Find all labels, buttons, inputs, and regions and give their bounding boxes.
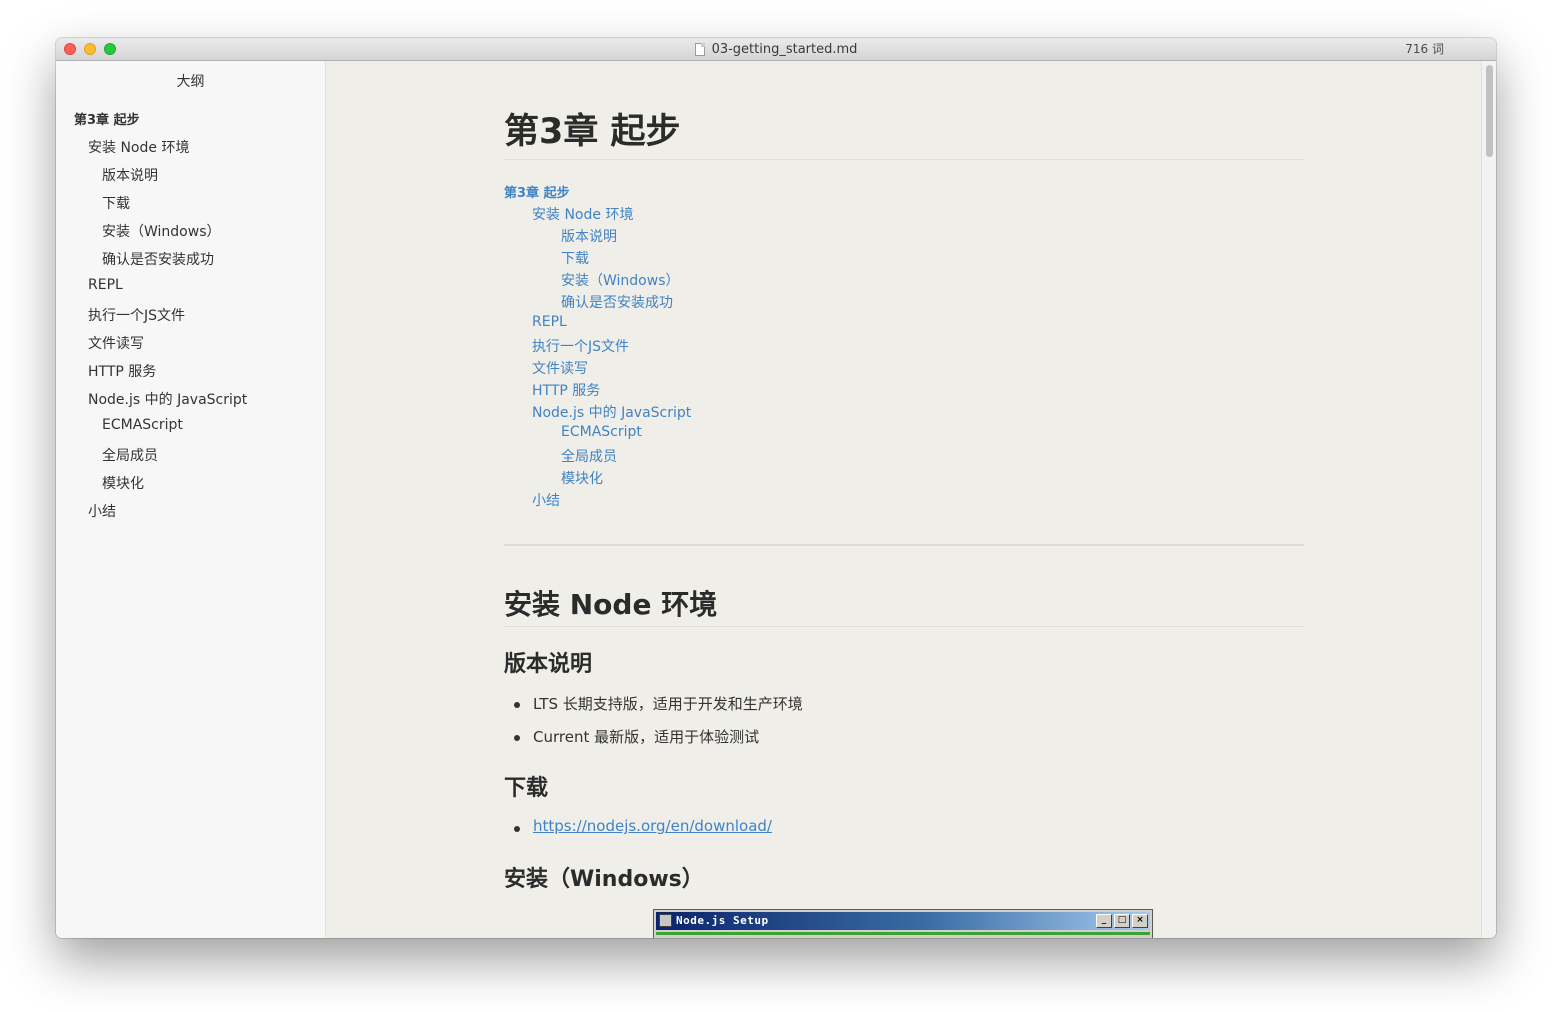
heading-divider: [504, 626, 1304, 627]
outline-item-nodejs-javascript[interactable]: Node.js 中的 JavaScript: [88, 389, 247, 409]
outline-item-download[interactable]: 下载: [102, 193, 130, 213]
embedded-window-titlebar: Node.js Setup _ □ ×: [656, 912, 1150, 930]
embedded-window-title: Node.js Setup: [676, 914, 769, 927]
toc-link-modules[interactable]: 模块化: [561, 468, 603, 488]
minimize-icon: _: [1096, 914, 1112, 928]
outline-item-modules[interactable]: 模块化: [102, 473, 144, 493]
app-window: 03-getting_started.md 716 词 大纲 第3章 起步 安装…: [56, 38, 1496, 938]
page-title: 第3章 起步: [504, 112, 681, 152]
outline-sidebar: 大纲 第3章 起步 安装 Node 环境 版本说明 下载 安装（Windows）…: [56, 61, 326, 938]
toc-link-ecmascript[interactable]: ECMAScript: [561, 424, 642, 440]
word-count[interactable]: 716 词: [1405, 38, 1444, 60]
toc-link-summary[interactable]: 小结: [532, 490, 560, 510]
toc-link-install-node[interactable]: 安装 Node 环境: [532, 204, 633, 224]
title-bar[interactable]: 03-getting_started.md 716 词: [56, 38, 1496, 61]
toc-link-global-members[interactable]: 全局成员: [561, 446, 617, 466]
document-icon: [694, 42, 705, 56]
toc-link-run-js-file[interactable]: 执行一个JS文件: [532, 336, 629, 356]
outline-item-run-js-file[interactable]: 执行一个JS文件: [88, 305, 185, 325]
horizontal-rule: [504, 544, 1304, 546]
toc-link-download[interactable]: 下载: [561, 248, 589, 268]
outline-item-summary[interactable]: 小结: [88, 501, 116, 521]
heading-install-windows: 安装（Windows）: [504, 867, 704, 892]
toc-link-verify-install[interactable]: 确认是否安装成功: [561, 292, 673, 312]
toc-link-file-io[interactable]: 文件读写: [532, 358, 588, 378]
heading-download: 下载: [504, 776, 549, 801]
toc-link-version[interactable]: 版本说明: [561, 226, 617, 246]
bullet-dot: [514, 702, 520, 708]
window-title: 03-getting_started.md: [56, 38, 1496, 60]
outline-item-file-io[interactable]: 文件读写: [88, 333, 144, 353]
toc-link-install-windows[interactable]: 安装（Windows）: [561, 270, 680, 290]
outline-item-http-service[interactable]: HTTP 服务: [88, 361, 156, 381]
toc-link-http-service[interactable]: HTTP 服务: [532, 380, 600, 400]
embedded-screenshot-image: Node.js Setup _ □ ×: [653, 909, 1153, 938]
maximize-icon: □: [1114, 914, 1130, 928]
toc-link-nodejs-javascript[interactable]: Node.js 中的 JavaScript: [532, 402, 691, 422]
list-item-lts: LTS 长期支持版，适用于开发和生产环境: [533, 695, 803, 713]
bullet-dot: [514, 735, 520, 741]
outline-item-install-windows[interactable]: 安装（Windows）: [102, 221, 221, 241]
outline-item-version[interactable]: 版本说明: [102, 165, 158, 185]
scrollbar-thumb[interactable]: [1486, 65, 1493, 157]
heading-install-node: 安装 Node 环境: [504, 588, 718, 621]
outline-item-global-members[interactable]: 全局成员: [102, 445, 158, 465]
vertical-scrollbar[interactable]: [1481, 61, 1496, 938]
close-icon: ×: [1132, 914, 1148, 928]
outline-item-chapter3[interactable]: 第3章 起步: [74, 109, 140, 128]
outline-item-repl[interactable]: REPL: [88, 277, 123, 293]
embedded-green-bar: [656, 932, 1150, 935]
bullet-dot: [514, 826, 520, 832]
outline-item-install-node[interactable]: 安装 Node 环境: [88, 137, 189, 157]
toc-link-repl[interactable]: REPL: [532, 314, 567, 330]
outline-item-ecmascript[interactable]: ECMAScript: [102, 417, 183, 433]
toc-link-chapter3[interactable]: 第3章 起步: [504, 182, 570, 201]
title-divider: [504, 159, 1304, 160]
file-name: 03-getting_started.md: [711, 41, 858, 57]
list-item-current: Current 最新版，适用于体验测试: [533, 728, 760, 746]
installer-icon: [659, 914, 672, 927]
heading-version: 版本说明: [504, 652, 593, 677]
outline-title: 大纲: [176, 74, 205, 90]
download-link[interactable]: https://nodejs.org/en/download/: [533, 817, 772, 835]
outline-item-verify-install[interactable]: 确认是否安装成功: [102, 249, 214, 269]
editor-content[interactable]: 第3章 起步 第3章 起步 安装 Node 环境 版本说明 下载 安装（Wind…: [326, 61, 1482, 938]
